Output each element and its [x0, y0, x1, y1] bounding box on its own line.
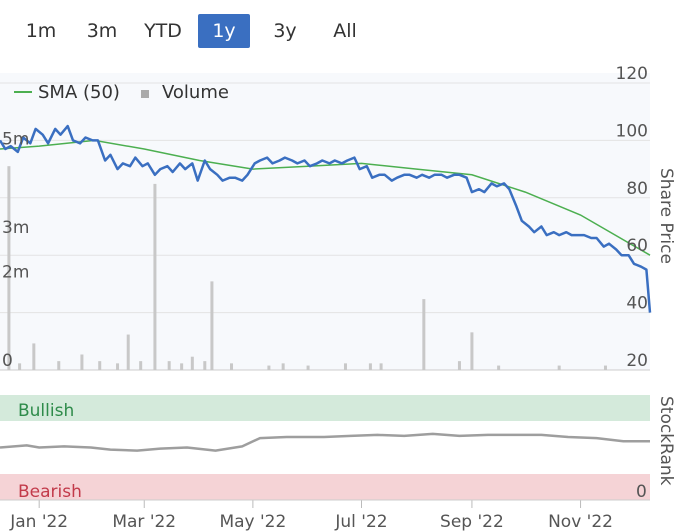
volume-bar [470, 332, 474, 370]
volume-bar [180, 363, 184, 370]
volume-bar [203, 361, 207, 370]
volume-tick-label: 2m [2, 262, 29, 282]
x-tick-label: Nov '22 [548, 512, 613, 532]
volume-bar [603, 365, 607, 370]
volume-bar [230, 363, 234, 370]
volume-bar [422, 299, 426, 370]
volume-tick-label: 3m [2, 218, 29, 238]
volume-bar [267, 365, 271, 370]
volume-bar [190, 356, 194, 370]
stockrank-axis-title: StockRank [656, 396, 676, 486]
stockrank-line [0, 432, 650, 452]
volume-bar [153, 183, 157, 370]
volume-bar [343, 363, 347, 370]
volume-bar [32, 343, 36, 370]
volume-bar [379, 363, 383, 370]
bullish-zone-label: Bullish [18, 401, 74, 421]
price-tick-label: 60 [626, 236, 648, 256]
price-tick-label: 40 [626, 294, 648, 314]
bearish-zone [0, 474, 650, 500]
volume-bar [497, 365, 501, 370]
volume-bar [80, 354, 84, 370]
volume-tick-label: 5m [2, 129, 29, 149]
volume-bar [126, 334, 130, 370]
price-axis-title: Share Price [656, 168, 676, 264]
x-tick-label: May '22 [219, 512, 286, 532]
volume-bar [368, 363, 372, 370]
legend-sma-label: SMA (50) [38, 82, 120, 103]
stockrank-tick-0: 0 [636, 482, 647, 502]
price-plot-background [0, 73, 650, 370]
volume-bar [139, 361, 143, 370]
volume-bar [116, 363, 120, 370]
volume-tick-label: 0 [2, 351, 13, 371]
legend-volume-label: Volume [162, 82, 229, 103]
bullish-zone [0, 395, 650, 421]
bearish-zone-label: Bearish [18, 482, 82, 502]
volume-bar [457, 361, 461, 370]
stockrank-lines [0, 432, 650, 452]
volume-bar [306, 365, 310, 370]
price-tick-label: 120 [616, 64, 648, 84]
x-tick-label: Mar '22 [112, 512, 176, 532]
volume-bar [557, 365, 561, 370]
volume-bar [210, 281, 214, 370]
volume-bar [98, 361, 102, 370]
x-tick-label: Sep '22 [440, 512, 504, 532]
volume-bar [18, 363, 22, 370]
volume-bar [167, 361, 171, 370]
volume-bar [281, 363, 285, 370]
price-tick-label: 100 [616, 121, 648, 141]
x-tick-label: Jan '22 [9, 512, 68, 532]
x-tick-label: Jul '22 [334, 512, 387, 532]
share-price-chart: 20 40 60 80 100 120 0 2m 3m 5m Jan '22 Mar '22 May '… [0, 64, 676, 532]
price-tick-label: 20 [626, 351, 648, 371]
volume-bar [57, 361, 61, 370]
legend-volume-swatch [141, 90, 149, 98]
price-tick-label: 80 [626, 179, 648, 199]
